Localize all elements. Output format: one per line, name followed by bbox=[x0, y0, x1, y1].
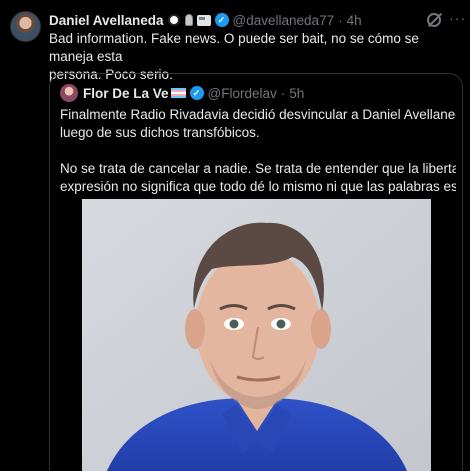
quoted-text-line: expresión no significa que todo dé lo mi… bbox=[60, 179, 456, 194]
quoted-author-handle: @Flordelav bbox=[207, 85, 277, 101]
timestamp[interactable]: 4h bbox=[347, 13, 362, 28]
quoted-tweet-text: Finalmente Radio Rivadavia decidió desvi… bbox=[60, 106, 456, 196]
portrait-image bbox=[82, 199, 431, 471]
more-options-icon[interactable]: ··· bbox=[449, 10, 466, 26]
newspaper-icon bbox=[196, 14, 211, 26]
tweet[interactable]: Daniel Avellaneda ✓ @davellaneda77 · 4h … bbox=[0, 0, 470, 471]
dot-separator: · bbox=[280, 85, 286, 101]
quoted-text-line: No se trata de cancelar a nadie. Se trat… bbox=[60, 161, 456, 176]
quoted-author-avatar bbox=[60, 84, 78, 102]
quoted-author-name: Flor De La Ve bbox=[83, 85, 169, 101]
quoted-tweet-photo[interactable] bbox=[82, 199, 431, 471]
tweet-text-line: Bad information. Fake news. O puede ser … bbox=[49, 31, 419, 64]
quoted-text-line: luego de sus dichos transfóbicos. bbox=[60, 125, 260, 140]
author-handle[interactable]: @davellaneda77 bbox=[233, 13, 335, 28]
tweet-header: Daniel Avellaneda ✓ @davellaneda77 · 4h bbox=[49, 11, 362, 29]
author-avatar[interactable] bbox=[10, 11, 41, 42]
quoted-text-line: Finalmente Radio Rivadavia decidió desvi… bbox=[60, 107, 456, 122]
quoted-timestamp: 5h bbox=[289, 85, 305, 101]
dot-separator: · bbox=[338, 12, 343, 28]
transgender-flag-icon bbox=[170, 88, 186, 98]
grok-icon[interactable] bbox=[427, 13, 441, 27]
author-name[interactable]: Daniel Avellaneda bbox=[49, 13, 164, 28]
soccer-ball-icon bbox=[167, 14, 180, 26]
verified-badge-icon[interactable]: ✓ bbox=[214, 13, 229, 27]
microphone-icon bbox=[184, 14, 193, 26]
quoted-tweet[interactable]: Flor De La Ve ✓ @Flordelav · 5h Finalmen… bbox=[49, 73, 463, 471]
quoted-tweet-header: Flor De La Ve ✓ @Flordelav · 5h bbox=[83, 84, 304, 102]
verified-badge-icon: ✓ bbox=[189, 86, 204, 100]
